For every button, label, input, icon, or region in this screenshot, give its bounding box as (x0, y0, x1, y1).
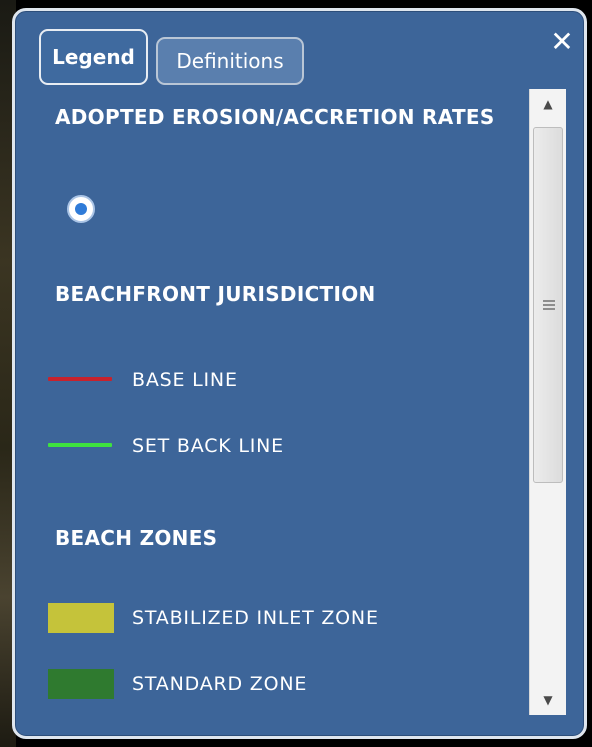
stabilized-inlet-zone-swatch (48, 603, 114, 633)
scroll-up-icon[interactable]: ▲ (530, 89, 566, 119)
radio-selected-icon[interactable] (67, 195, 95, 223)
tab-legend[interactable]: Legend (39, 29, 148, 85)
legend-item-label-set-back-line: SET BACK LINE (132, 435, 284, 457)
tab-definitions[interactable]: Definitions (156, 37, 304, 85)
set-back-line-swatch (48, 443, 112, 447)
legend-item-label-standard-zone: STANDARD ZONE (132, 673, 308, 695)
legend-item-label-stabilized-inlet-zone: STABILIZED INLET ZONE (132, 607, 379, 629)
legend-panel: ✕ Legend Definitions ADOPTED EROSION/ACC… (12, 8, 587, 739)
vertical-scrollbar[interactable]: ▲ ▼ (529, 89, 566, 715)
standard-zone-swatch (48, 669, 114, 699)
scrollbar-thumb[interactable] (533, 127, 563, 483)
legend-content: ADOPTED EROSION/ACCRETION RATES BEACHFRO… (15, 89, 525, 729)
scroll-down-icon[interactable]: ▼ (530, 685, 566, 715)
section-heading-beachfront-jurisdiction: BEACHFRONT JURISDICTION (55, 282, 376, 306)
section-heading-erosion-rates: ADOPTED EROSION/ACCRETION RATES (55, 105, 495, 129)
close-icon[interactable]: ✕ (545, 25, 579, 59)
base-line-swatch (48, 377, 112, 381)
legend-item-label-base-line: BASE LINE (132, 369, 238, 391)
scroll-grip-icon (543, 300, 555, 310)
section-heading-beach-zones: BEACH ZONES (55, 526, 218, 550)
